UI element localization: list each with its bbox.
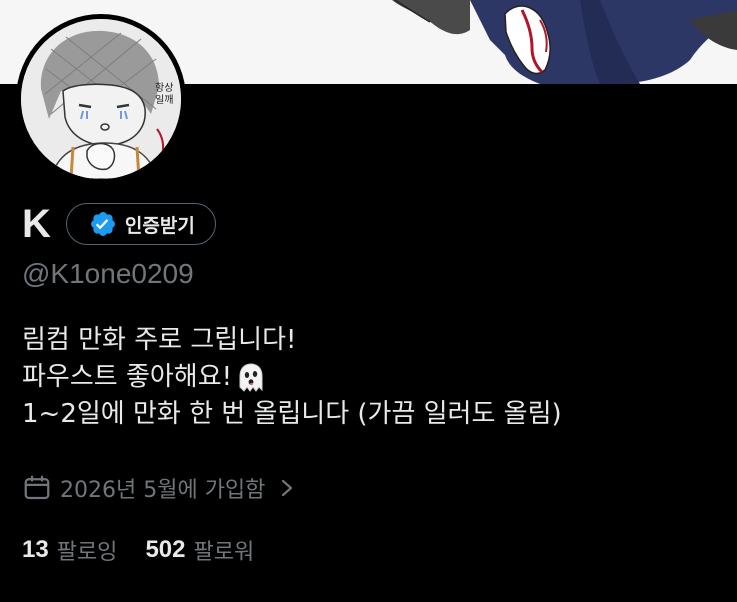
followers-link[interactable]: 502 팔로워 (145, 534, 254, 566)
svg-text:일깨: 일깨 (155, 94, 173, 106)
verified-badge-icon (90, 212, 115, 236)
joined-text: 2026년 5월에 가입함 (60, 478, 266, 503)
follow-stats: 13 팔로잉 502 팔로워 (22, 532, 254, 568)
get-verified-label: 인증받기 (124, 214, 195, 237)
profile-page: 항상 일깨 K 인증받기 @K1one0209 림컴 만화 주로 그립니다! 파… (0, 0, 737, 602)
display-name: K (22, 201, 51, 246)
avatar-image: 항상 일깨 (21, 19, 181, 179)
ghost-emoji-icon (239, 362, 263, 392)
get-verified-button[interactable]: 인증받기 (65, 203, 216, 245)
bio-line: 림컴 만화 주로 그립니다! (22, 322, 722, 359)
profile-bio: 림컴 만화 주로 그립니다! 파우스트 좋아해요! 1~2일에 만화 한 번 올… (22, 322, 722, 433)
following-count: 13 (22, 536, 49, 563)
avatar[interactable]: 항상 일깨 (16, 14, 186, 184)
bio-line-text: 1~2일에 만화 한 번 올립니다 (가끔 일러도 올림) (22, 399, 562, 429)
chevron-right-icon (282, 479, 293, 497)
followers-label: 팔로워 (193, 540, 255, 565)
user-handle: @K1one0209 (22, 258, 194, 289)
bio-line-text: 파우스트 좋아해요! (22, 362, 233, 392)
bio-line: 1~2일에 만화 한 번 올립니다 (가끔 일러도 올림) (22, 396, 722, 433)
following-label: 팔로잉 (56, 540, 118, 565)
following-link[interactable]: 13 팔로잉 (22, 534, 117, 566)
bio-line: 파우스트 좋아해요! (22, 359, 722, 396)
calendar-icon (24, 475, 50, 500)
name-row: K 인증받기 (22, 201, 216, 247)
bio-line-text: 림컴 만화 주로 그립니다! (22, 325, 297, 355)
joined-date[interactable]: 2026년 5월에 가입함 (22, 471, 297, 505)
followers-count: 502 (145, 536, 186, 563)
svg-text:항상: 항상 (155, 82, 173, 94)
